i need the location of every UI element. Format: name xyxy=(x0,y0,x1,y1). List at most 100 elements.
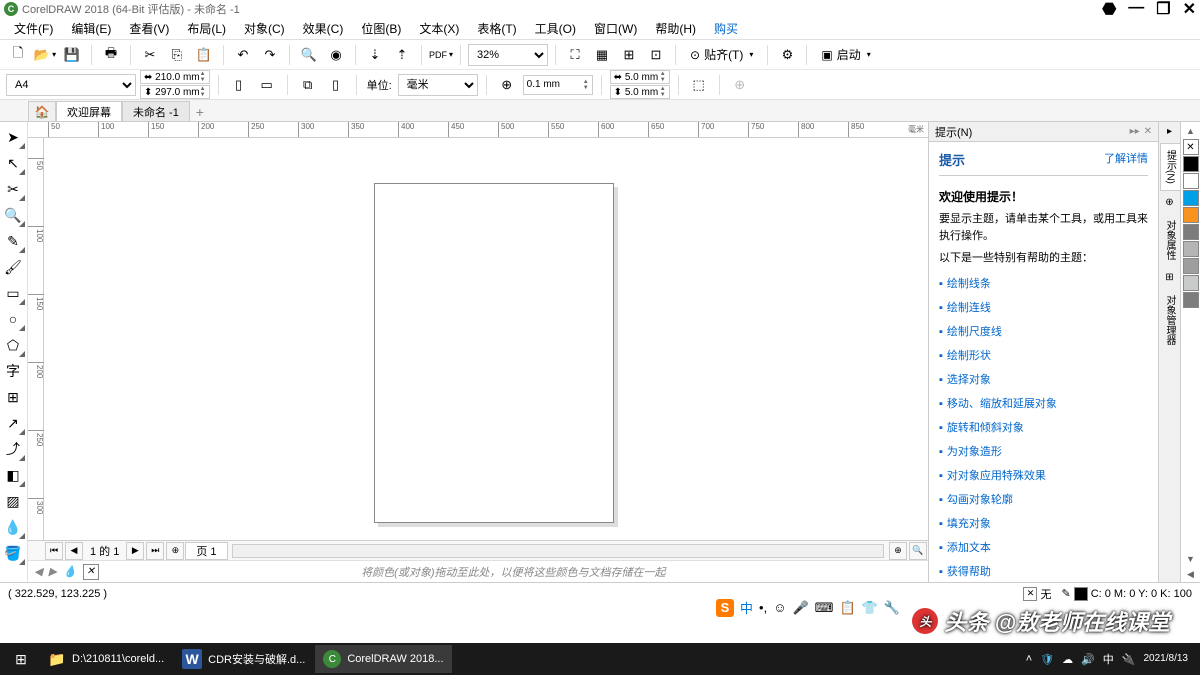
rulers-button[interactable]: ▦ xyxy=(590,43,614,67)
hint-topic[interactable]: 绘制形状 xyxy=(939,347,1148,363)
table-tool[interactable]: ⊞ xyxy=(0,384,26,410)
dup-y-spin[interactable]: ⬍ 5.0 mm▲▼ xyxy=(610,85,670,99)
landscape-button[interactable]: ▭ xyxy=(255,73,279,97)
add-tab-button[interactable]: + xyxy=(190,103,210,121)
zoom-combo[interactable]: 32% xyxy=(468,44,548,66)
vertical-ruler[interactable]: 50100150200250300 xyxy=(28,138,44,540)
search-button[interactable]: 🔍 xyxy=(297,43,321,67)
hint-topic[interactable]: 绘制线条 xyxy=(939,275,1148,291)
tray-volume-icon[interactable]: 🔊 xyxy=(1081,653,1095,666)
portrait-button[interactable]: ▯ xyxy=(227,73,251,97)
pick-tool[interactable]: ➤ xyxy=(0,124,26,150)
dimension-tool[interactable]: ↗ xyxy=(0,410,26,436)
menu-help[interactable]: 帮助(H) xyxy=(647,18,704,39)
hint-topic[interactable]: 对对象应用特殊效果 xyxy=(939,467,1148,483)
all-pages-button[interactable]: ⧉ xyxy=(296,73,320,97)
redo-button[interactable]: ↷ xyxy=(258,43,282,67)
launch-dropdown[interactable]: ▣ 启动 xyxy=(814,43,877,67)
horizontal-ruler[interactable]: 5010015020025030035040045050055060065070… xyxy=(28,122,928,138)
h-scrollbar[interactable] xyxy=(232,544,884,558)
welcome-tab[interactable]: 欢迎屏幕 xyxy=(56,101,122,121)
hints-learn-link[interactable]: 了解详情 xyxy=(1104,150,1148,166)
last-page-button[interactable]: ⏭ xyxy=(146,542,164,560)
menu-object[interactable]: 对象(C) xyxy=(236,18,293,39)
next-page-button[interactable]: ▶ xyxy=(126,542,144,560)
page-size-combo[interactable]: A4 xyxy=(6,74,136,96)
color-swatch[interactable] xyxy=(1183,275,1199,291)
docker-hints[interactable]: 提示(N) xyxy=(1160,143,1180,191)
outline-pen-icon[interactable]: ✎ xyxy=(1061,587,1070,600)
options-button[interactable]: ⚙ xyxy=(775,43,799,67)
artistic-media-tool[interactable]: 🖌 xyxy=(0,254,26,280)
snap-dropdown[interactable]: ⊙ 贴齐(T) xyxy=(683,43,760,67)
task-explorer[interactable]: 📁 D:\210811\coreld... xyxy=(40,645,172,673)
palette-up-icon[interactable]: ▲ xyxy=(1186,124,1195,138)
import-button[interactable]: ⇣ xyxy=(363,43,387,67)
ime-skin-icon[interactable]: 👕 xyxy=(862,600,878,616)
palette-menu-icon[interactable]: ▶ xyxy=(48,565,56,578)
shape-tool[interactable]: ↖ xyxy=(0,150,26,176)
hint-topic[interactable]: 为对象造形 xyxy=(939,443,1148,459)
ime-keyboard-icon[interactable]: ⌨ xyxy=(815,600,834,616)
page-height-spin[interactable]: ⬍ 297.0 mm▲▼ xyxy=(140,85,210,99)
grid-button[interactable]: ⊞ xyxy=(617,43,641,67)
hint-topic[interactable]: 绘制连线 xyxy=(939,299,1148,315)
hint-topic[interactable]: 勾画对象轮廓 xyxy=(939,491,1148,507)
palette-nocolor[interactable] xyxy=(1183,139,1199,155)
rectangle-tool[interactable]: ▭ xyxy=(0,280,26,306)
color-swatch[interactable] xyxy=(1183,173,1199,189)
add-preset-button[interactable]: ⊕ xyxy=(728,73,752,97)
tray-ime-icon[interactable]: 中 xyxy=(1103,651,1114,667)
hints-menu-icon[interactable]: ▸▸ xyxy=(1130,126,1140,137)
color-swatch[interactable] xyxy=(1183,241,1199,257)
tray-power-icon[interactable]: 🔌 xyxy=(1122,653,1136,666)
undo-button[interactable]: ↶ xyxy=(231,43,255,67)
color-swatch[interactable] xyxy=(1183,292,1199,308)
hint-topic[interactable]: 移动、缩放和延展对象 xyxy=(939,395,1148,411)
ime-lang-icon[interactable]: 中 xyxy=(740,598,753,617)
docker-collapse-icon[interactable]: ▸ xyxy=(1167,126,1172,137)
print-button[interactable]: 🖶 xyxy=(99,43,123,67)
hints-close-icon[interactable]: ✕ xyxy=(1144,126,1152,137)
crop-tool[interactable]: ✂ xyxy=(0,176,26,202)
text-tool[interactable]: 字 xyxy=(0,358,26,384)
viewport[interactable] xyxy=(44,138,928,540)
menu-edit[interactable]: 编辑(E) xyxy=(63,18,119,39)
menu-tools[interactable]: 工具(O) xyxy=(527,18,584,39)
connector-tool[interactable]: ⤴ xyxy=(0,436,26,462)
export-button[interactable]: ⇡ xyxy=(390,43,414,67)
fill-none-chip[interactable]: ✕ xyxy=(1023,587,1037,601)
paste-button[interactable]: 📋 xyxy=(192,43,216,67)
current-page-button[interactable]: ▯ xyxy=(324,73,348,97)
publish-pdf-button[interactable]: PDF xyxy=(429,43,453,67)
tray-shield-icon[interactable]: 🛡 xyxy=(1040,653,1054,666)
transparency-tool[interactable]: ▨ xyxy=(0,488,26,514)
ime-mic-icon[interactable]: 🎤 xyxy=(792,600,808,616)
nudge-spin[interactable]: 0.1 mm▲▼ xyxy=(523,75,593,95)
palette-expand-icon[interactable]: ◀ xyxy=(1187,567,1194,582)
unit-combo[interactable]: 毫米 xyxy=(398,74,478,96)
maximize-icon[interactable]: ❐ xyxy=(1156,0,1170,19)
menu-view[interactable]: 查看(V) xyxy=(121,18,177,39)
color-swatch[interactable] xyxy=(1183,190,1199,206)
menu-window[interactable]: 窗口(W) xyxy=(586,18,645,39)
ime-punct-icon[interactable]: •, xyxy=(759,600,767,615)
hint-topic[interactable]: 绘制尺度线 xyxy=(939,323,1148,339)
menu-buy[interactable]: 购买 xyxy=(706,18,746,39)
hint-topic[interactable]: 填充对象 xyxy=(939,515,1148,531)
ime-tool-icon[interactable]: 🔧 xyxy=(884,600,900,616)
eyedropper-tool[interactable]: 💧 xyxy=(0,514,26,540)
fill-tool[interactable]: 🪣 xyxy=(0,540,26,566)
start-button[interactable]: ⊞ xyxy=(4,645,38,673)
zoom-tool[interactable]: 🔍 xyxy=(0,202,26,228)
polygon-tool[interactable]: ⬠ xyxy=(0,332,26,358)
dashboard-icon[interactable]: ◉ xyxy=(324,43,348,67)
tray-cloud-icon[interactable]: ☁ xyxy=(1062,653,1073,666)
ime-clip-icon[interactable]: 📋 xyxy=(839,600,855,616)
page-width-spin[interactable]: ⬌ 210.0 mm▲▼ xyxy=(140,70,210,84)
menu-bitmap[interactable]: 位图(B) xyxy=(353,18,409,39)
outline-chip[interactable] xyxy=(1074,587,1088,601)
open-button[interactable]: 📂 xyxy=(33,43,57,67)
minimize-icon[interactable]: — xyxy=(1128,0,1144,19)
guides-button[interactable]: ⊡ xyxy=(644,43,668,67)
